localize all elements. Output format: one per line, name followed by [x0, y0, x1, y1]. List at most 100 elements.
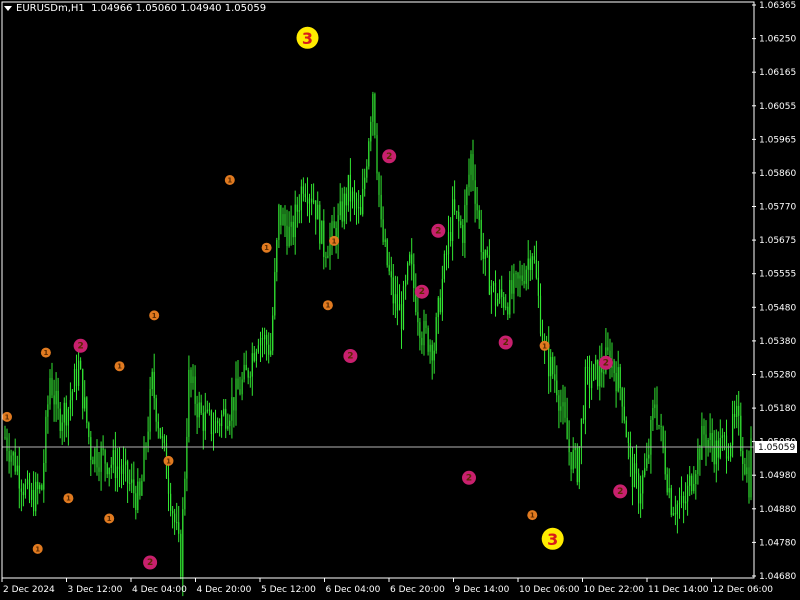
candle-body: [284, 214, 286, 226]
candle-body: [460, 221, 462, 225]
candle-body: [112, 450, 114, 465]
candle-body: [61, 422, 63, 431]
candle-body: [509, 280, 511, 315]
candle-body: [658, 425, 660, 427]
signal-label: 3: [302, 29, 313, 48]
candle-body: [323, 220, 325, 257]
candle-body: [294, 204, 296, 238]
signal-label: 1: [227, 177, 232, 185]
candle-body: [75, 369, 78, 386]
candle-body: [564, 402, 566, 418]
candle-body: [200, 402, 202, 414]
chart-info-bar[interactable]: EURUSDm,H1 1.04966 1.05060 1.04940 1.050…: [4, 3, 266, 15]
candle-body: [20, 488, 22, 492]
candle-body: [351, 191, 354, 202]
candle-body: [276, 240, 278, 273]
candle-body: [221, 414, 223, 426]
signal-marker-level-2: 2: [613, 484, 628, 499]
candle-body: [595, 359, 597, 365]
signal-marker-level-2: 2: [462, 470, 476, 485]
signal-markers: 1 1 2 1 1 1 1 2 1 1 1 1 1 1 2 2 2 2 2 2 1 1 2 2 3 3: [2, 26, 628, 570]
candle-body: [558, 395, 560, 411]
candle-body: [110, 464, 112, 468]
candle-body: [362, 188, 364, 215]
candle-body: [744, 464, 746, 475]
candle-body: [280, 205, 282, 226]
candle-body: [22, 491, 24, 496]
candle-body: [517, 273, 519, 279]
candle-body: [699, 448, 701, 460]
price-tick-label: 1.06165: [759, 68, 796, 78]
candle-body: [709, 433, 711, 440]
candle-body: [178, 522, 180, 534]
candle-body: [255, 351, 257, 361]
candle-body: [227, 426, 229, 429]
candle-body: [394, 294, 396, 304]
candle-body: [556, 380, 558, 396]
candle-body: [723, 435, 725, 437]
candle-body: [497, 298, 499, 306]
candle-body: [560, 406, 562, 411]
candle-body: [192, 376, 194, 383]
candle-body: [476, 203, 478, 211]
candle-body: [619, 367, 621, 389]
signal-label: 1: [166, 457, 171, 465]
price-tick-label: 1.05480: [759, 303, 796, 313]
candle-body: [288, 226, 290, 246]
price-tick-label: 1.05380: [759, 337, 796, 347]
candle-body: [638, 473, 640, 504]
price-tick-label: 1.06055: [759, 102, 796, 112]
price-tick-label: 1.04880: [759, 505, 796, 515]
candle-body: [382, 219, 384, 243]
candle-body: [349, 174, 351, 202]
candle-body: [120, 469, 123, 474]
candle-body: [358, 207, 360, 209]
candle-body: [147, 431, 149, 447]
candle-body: [621, 388, 623, 407]
candle-body: [427, 327, 429, 352]
candle-body: [372, 94, 374, 122]
candle-body: [740, 415, 742, 452]
candle-body: [646, 458, 648, 469]
candle-body: [302, 186, 304, 194]
candle-body: [282, 214, 284, 226]
candle-body: [617, 367, 619, 392]
candle-body: [421, 337, 423, 346]
chevron-down-icon[interactable]: [4, 6, 12, 11]
candle-body: [568, 439, 570, 453]
candle-body: [650, 420, 652, 455]
candle-body: [680, 496, 683, 503]
candle-body: [685, 501, 687, 504]
candle-body: [39, 485, 41, 489]
candle-body: [241, 379, 243, 395]
candle-body: [736, 405, 738, 417]
signal-label: 3: [547, 530, 558, 549]
candle-body: [678, 503, 681, 505]
signal-label: 2: [435, 226, 441, 236]
candle-body: [668, 488, 670, 493]
candle-body: [251, 353, 253, 377]
candle-body: [748, 467, 750, 498]
candle-body: [488, 255, 490, 295]
candle-body: [16, 465, 18, 472]
candle-body: [405, 280, 407, 287]
signal-marker-level-2: 2: [73, 338, 88, 353]
candle-body: [31, 490, 33, 500]
signal-label: 1: [35, 545, 40, 553]
signal-label: 1: [107, 515, 112, 523]
candle-body: [339, 201, 341, 216]
candle-body: [443, 253, 445, 279]
candle-body: [153, 371, 155, 399]
candle-body: [10, 455, 12, 462]
candle-body: [527, 258, 529, 270]
candle-body: [157, 421, 159, 429]
price-tick-label: 1.05280: [759, 371, 796, 381]
price-tick-label: 1.04780: [759, 538, 796, 548]
candle-body: [734, 414, 736, 417]
candle-body: [190, 369, 192, 383]
signal-marker-level-1: 1: [114, 361, 125, 372]
candle-body: [308, 198, 311, 204]
time-tick-label: 3 Dec 12:00: [68, 585, 123, 595]
candle-body: [41, 485, 43, 490]
price-chart[interactable]: 1 1 2 1 1 1 1 2 1 1 1 1 1 1 2 2 2 2 2 2 1 1 2 2 3 3 1.06365 1.0625…: [0, 0, 800, 600]
